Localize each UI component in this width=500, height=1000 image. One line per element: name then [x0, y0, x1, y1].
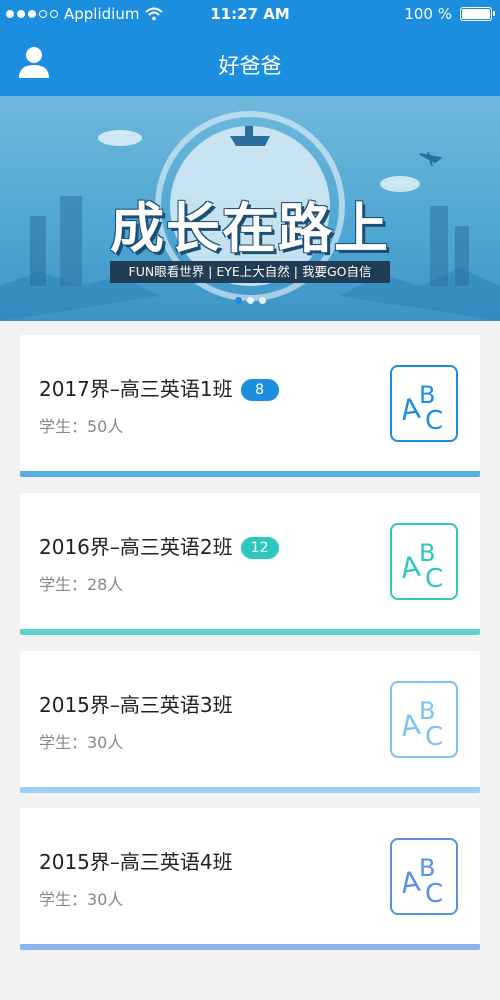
- abc-icon: ABC: [390, 523, 458, 600]
- battery-icon: [460, 7, 495, 21]
- page-title: 好爸爸: [218, 54, 282, 78]
- banner-subtitle: FUN眼看世界 | EYE上大自然 | 我要GO自信: [110, 261, 390, 283]
- student-count: 学生：50人: [39, 417, 124, 436]
- card-accent-bar: [20, 944, 480, 950]
- svg-text:C: C: [425, 722, 443, 752]
- pager-dot[interactable]: [234, 297, 242, 304]
- class-title: 2017界–高三英语1班 8: [39, 373, 279, 402]
- pager-dot[interactable]: [258, 297, 266, 304]
- banner-title: 成长在路上: [110, 197, 390, 260]
- nav-bar: 好爸爸: [0, 30, 500, 96]
- class-name: 2017界–高三英语1班: [39, 377, 233, 401]
- class-name: 2015界–高三英语3班: [39, 693, 233, 717]
- app-header: Applidium 11:27 AM 100 % 好爸爸: [0, 0, 500, 96]
- student-count: 学生：30人: [39, 890, 124, 909]
- promo-banner[interactable]: 成长在路上 FUN眼看世界 | EYE上大自然 | 我要GO自信: [0, 96, 500, 321]
- svg-text:B: B: [419, 697, 435, 725]
- battery-percent: 100 %: [404, 5, 452, 23]
- class-card[interactable]: 2016界–高三英语2班 12 学生：28人 A B C: [20, 493, 480, 635]
- status-bar: Applidium 11:27 AM 100 %: [0, 0, 500, 30]
- class-card[interactable]: 2017界–高三英语1班 8 学生：50人 A B C: [20, 335, 480, 477]
- class-title: 2016界–高三英语2班 12: [39, 531, 279, 560]
- svg-text:B: B: [419, 854, 435, 882]
- class-card[interactable]: 2015界–高三英语4班学生：30人 A B C: [20, 808, 480, 950]
- class-name: 2015界–高三英语4班: [39, 850, 233, 874]
- class-title: 2015界–高三英语4班: [39, 846, 233, 875]
- count-badge: 12: [240, 537, 279, 559]
- svg-text:C: C: [425, 406, 443, 436]
- abc-icon: ABC: [390, 681, 458, 758]
- card-accent-bar: [20, 629, 480, 635]
- class-card[interactable]: 2015界–高三英语3班学生：30人 A B C: [20, 651, 480, 793]
- svg-text:C: C: [425, 879, 443, 909]
- student-count: 学生：30人: [39, 733, 124, 752]
- student-count: 学生：28人: [39, 575, 124, 594]
- class-title: 2015界–高三英语3班: [39, 689, 233, 718]
- svg-text:B: B: [419, 539, 435, 567]
- svg-text:B: B: [419, 381, 435, 409]
- count-badge: 8: [240, 379, 279, 401]
- banner-pager[interactable]: [0, 297, 500, 304]
- battery-status: 100 %: [404, 5, 495, 23]
- class-name: 2016界–高三英语2班: [39, 535, 233, 559]
- svg-text:C: C: [425, 564, 443, 594]
- card-accent-bar: [20, 471, 480, 477]
- abc-icon: ABC: [390, 838, 458, 915]
- pager-dot[interactable]: [246, 297, 254, 304]
- abc-icon: ABC: [390, 365, 458, 442]
- card-accent-bar: [20, 787, 480, 793]
